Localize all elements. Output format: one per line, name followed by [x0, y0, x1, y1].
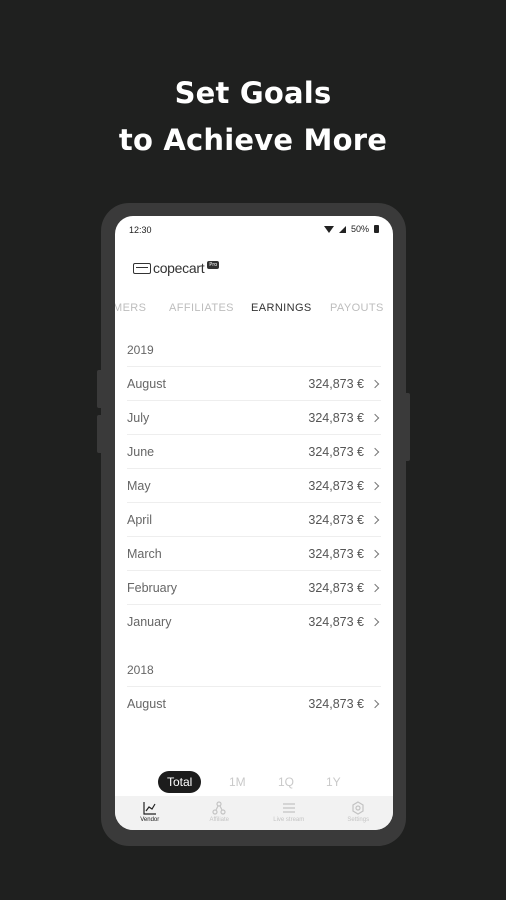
amount-value: 324,873 €: [308, 696, 364, 711]
month-label: August: [127, 376, 166, 391]
amount-value: 324,873 €: [308, 478, 364, 493]
list-icon: [282, 803, 295, 813]
app-logo: copecart Pro: [133, 260, 220, 276]
nav-settings[interactable]: Settings: [324, 796, 394, 830]
amount-value: 324,873 €: [308, 546, 364, 561]
earnings-list: 2019 August 324,873 € July 324,873 € Jun…: [115, 332, 393, 720]
chevron-right-icon: [370, 379, 380, 388]
wifi-icon: [323, 225, 334, 233]
period-total[interactable]: Total: [158, 771, 202, 793]
month-label: February: [127, 580, 178, 595]
headline-line-1: Set Goals: [174, 76, 332, 110]
nav-affiliate[interactable]: Affiliate: [185, 796, 255, 830]
nav-label: Affiliate: [209, 817, 230, 823]
chart-icon: [143, 802, 156, 815]
tab-customers[interactable]: MERS: [115, 302, 146, 314]
credit-card-icon: [133, 262, 151, 274]
status-time: 12:30: [129, 225, 152, 235]
nav-live-stream[interactable]: Live stream: [254, 796, 324, 830]
bottom-navigation: Vendor Affiliate Live stream Settings: [115, 796, 393, 830]
amount-value: 324,873 €: [308, 444, 364, 459]
battery-icon: [374, 225, 379, 233]
amount-value: 324,873 €: [308, 614, 364, 629]
nav-vendor[interactable]: Vendor: [115, 796, 185, 830]
earnings-row[interactable]: August 324,873 €: [127, 686, 381, 720]
earnings-row[interactable]: August 324,873 €: [127, 366, 381, 400]
earnings-row[interactable]: April 324,873 €: [127, 502, 381, 536]
nav-label: Live stream: [273, 817, 305, 823]
month-label: July: [127, 410, 150, 425]
year-header-2019: 2019: [127, 343, 154, 357]
month-label: August: [127, 696, 166, 711]
chevron-right-icon: [370, 699, 380, 708]
earnings-row[interactable]: July 324,873 €: [127, 400, 381, 434]
month-label: April: [127, 512, 153, 527]
chevron-right-icon: [370, 413, 380, 422]
headline-line-2: to Achieve More: [118, 123, 388, 157]
amount-value: 324,873 €: [308, 376, 364, 391]
nav-label: Vendor: [140, 817, 160, 823]
tab-bar: MERS AFFILIATES EARNINGS PAYOUTS: [115, 302, 393, 320]
signal-icon: [338, 225, 346, 233]
chevron-right-icon: [370, 481, 380, 490]
month-label: January: [127, 614, 172, 629]
earnings-row[interactable]: June 324,873 €: [127, 434, 381, 468]
tab-affiliates[interactable]: AFFILIATES: [169, 302, 234, 314]
battery-percent: 50%: [350, 224, 369, 234]
tab-earnings[interactable]: EARNINGS: [251, 302, 312, 314]
earnings-row[interactable]: January 324,873 €: [127, 604, 381, 638]
amount-value: 324,873 €: [308, 512, 364, 527]
period-1m[interactable]: 1M: [229, 775, 246, 789]
month-label: May: [127, 478, 151, 493]
earnings-row[interactable]: May 324,873 €: [127, 468, 381, 502]
logo-text: copecart: [153, 260, 205, 276]
network-icon: [212, 801, 226, 815]
headline: Set Goals to Achieve More: [0, 70, 506, 164]
status-bar: 12:30 50%: [115, 216, 393, 244]
phone-screen: 12:30 50% copecart Pro MERS AFFILIATES E…: [115, 216, 393, 830]
month-label: June: [127, 444, 155, 459]
gear-icon: [352, 801, 364, 815]
chevron-right-icon: [370, 515, 380, 524]
year-header-2018: 2018: [127, 663, 154, 677]
chevron-right-icon: [370, 617, 380, 626]
earnings-row[interactable]: March 324,873 €: [127, 536, 381, 570]
logo-badge: Pro: [207, 261, 220, 269]
nav-label: Settings: [347, 817, 370, 823]
amount-value: 324,873 €: [308, 410, 364, 425]
period-1y[interactable]: 1Y: [326, 775, 341, 789]
status-icons: 50%: [323, 224, 379, 234]
period-1q[interactable]: 1Q: [278, 775, 294, 789]
tab-payouts[interactable]: PAYOUTS: [330, 302, 384, 314]
amount-value: 324,873 €: [308, 580, 364, 595]
earnings-row[interactable]: February 324,873 €: [127, 570, 381, 604]
chevron-right-icon: [370, 583, 380, 592]
chevron-right-icon: [370, 447, 380, 456]
month-label: March: [127, 546, 162, 561]
chevron-right-icon: [370, 549, 380, 558]
period-selector: Total 1M 1Q 1Y: [115, 771, 393, 793]
